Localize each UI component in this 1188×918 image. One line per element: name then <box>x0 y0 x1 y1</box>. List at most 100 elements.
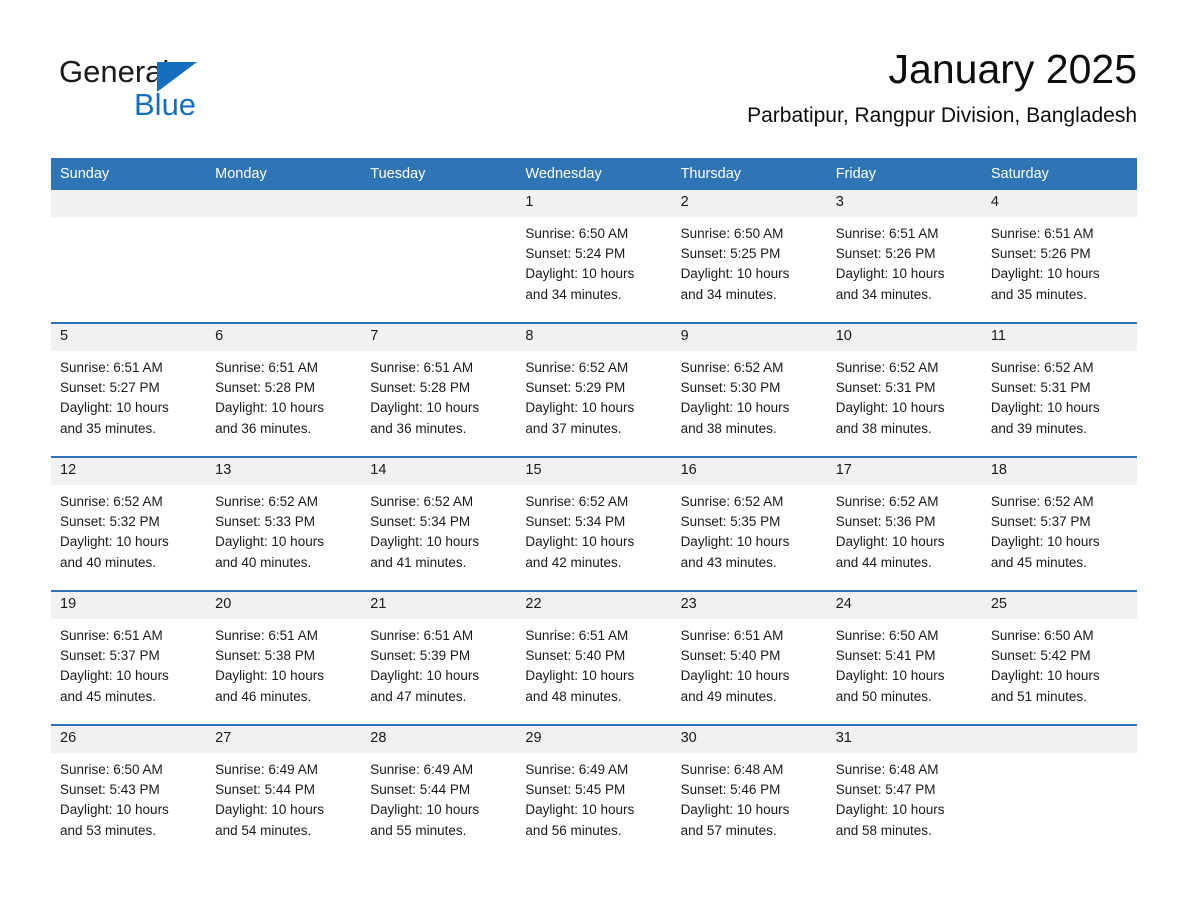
sunset-text: Sunset: 5:35 PM <box>680 514 781 530</box>
day-cell-inner: 1 Sunrise: 6:50 AM Sunset: 5:24 PM Daylight… <box>516 190 672 322</box>
calendar-day-cell[interactable]: 11 Sunrise: 6:52 AM Sunset: 5:31 PM Dayligh… <box>981 322 1137 457</box>
calendar-day-cell[interactable]: 1 Sunrise: 6:50 AM Sunset: 5:24 PM Daylight… <box>516 190 672 323</box>
calendar-day-cell-empty <box>981 724 1137 858</box>
day-details: Sunrise: 6:51 AM Sunset: 5:26 PM Daylight:… <box>982 217 1137 305</box>
daylight-text-line2: and 45 minutes. <box>60 688 157 704</box>
sunset-text: Sunset: 5:39 PM <box>370 648 471 664</box>
calendar-day-cell[interactable]: 16 Sunrise: 6:52 AM Sunset: 5:35 PM Dayligh… <box>671 456 827 591</box>
calendar-week-row: 12 Sunrise: 6:52 AM Sunset: 5:32 PM Dayligh… <box>51 456 1137 591</box>
day-number: 10 <box>826 324 982 351</box>
daylight-text-line1: Daylight: 10 hours <box>60 534 169 550</box>
day-number: 18 <box>981 458 1137 485</box>
sunrise-text: Sunrise: 6:52 AM <box>215 494 318 509</box>
day-cell-inner: 15 Sunrise: 6:52 AM Sunset: 5:34 PM Dayligh… <box>516 458 672 590</box>
day-details: Sunrise: 6:52 AM Sunset: 5:31 PM Daylight:… <box>982 351 1137 439</box>
sunset-text: Sunset: 5:44 PM <box>370 782 471 798</box>
calendar-day-cell[interactable]: 25 Sunrise: 6:50 AM Sunset: 5:42 PM Dayligh… <box>981 590 1137 725</box>
general-blue-logo[interactable]: General Blue <box>59 54 319 126</box>
calendar-day-cell[interactable]: 15 Sunrise: 6:52 AM Sunset: 5:34 PM Dayligh… <box>516 456 672 591</box>
daylight-text-line2: and 34 minutes. <box>525 286 622 302</box>
calendar-header-row: Sunday Monday Tuesday Wednesday Thursday… <box>51 158 1137 190</box>
calendar-day-cell[interactable]: 24 Sunrise: 6:50 AM Sunset: 5:41 PM Dayligh… <box>826 590 982 725</box>
calendar-day-cell[interactable]: 12 Sunrise: 6:52 AM Sunset: 5:32 PM Dayligh… <box>51 456 207 591</box>
daylight-text-line1: Daylight: 10 hours <box>60 802 169 818</box>
day-number: 29 <box>516 726 672 753</box>
day-details: Sunrise: 6:52 AM Sunset: 5:37 PM Daylight:… <box>982 485 1137 573</box>
day-details: Sunrise: 6:50 AM Sunset: 5:25 PM Daylight:… <box>672 217 827 305</box>
sunset-text: Sunset: 5:32 PM <box>60 514 160 530</box>
page-title: January 2025 <box>888 46 1137 92</box>
calendar-day-cell-empty <box>206 190 362 323</box>
day-details: Sunrise: 6:48 AM Sunset: 5:47 PM Daylight:… <box>827 753 982 841</box>
calendar-day-cell[interactable]: 2 Sunrise: 6:50 AM Sunset: 5:25 PM Daylight… <box>671 190 827 323</box>
calendar-day-cell[interactable]: 26 Sunrise: 6:50 AM Sunset: 5:43 PM Dayligh… <box>51 724 207 858</box>
sunrise-text: Sunrise: 6:52 AM <box>680 360 784 375</box>
daylight-text-line1: Daylight: 10 hours <box>60 400 169 416</box>
calendar-day-cell[interactable]: 8 Sunrise: 6:52 AM Sunset: 5:29 PM Daylight… <box>516 322 672 457</box>
daylight-text-line1: Daylight: 10 hours <box>215 668 324 684</box>
weekday-header-sunday: Sunday <box>51 158 207 190</box>
calendar-day-cell[interactable]: 28 Sunrise: 6:49 AM Sunset: 5:44 PM Dayligh… <box>361 724 517 858</box>
daylight-text-line1: Daylight: 10 hours <box>835 534 945 550</box>
day-number: 15 <box>516 458 672 485</box>
daylight-text-line2: and 36 minutes. <box>215 420 312 436</box>
weekday-header-monday: Monday <box>206 158 362 190</box>
daylight-text-line2: and 53 minutes. <box>60 822 157 838</box>
day-cell-inner: 10 Sunrise: 6:52 AM Sunset: 5:31 PM Dayligh… <box>826 324 982 456</box>
day-cell-inner: 14 Sunrise: 6:52 AM Sunset: 5:34 PM Dayligh… <box>361 458 517 590</box>
calendar-day-cell[interactable]: 21 Sunrise: 6:51 AM Sunset: 5:39 PM Dayligh… <box>361 590 517 725</box>
sunrise-text: Sunrise: 6:50 AM <box>60 762 163 777</box>
calendar-day-cell[interactable]: 18 Sunrise: 6:52 AM Sunset: 5:37 PM Dayligh… <box>981 456 1137 591</box>
day-number <box>51 190 207 217</box>
calendar-day-cell[interactable]: 3 Sunrise: 6:51 AM Sunset: 5:26 PM Daylight… <box>826 190 982 323</box>
calendar-day-cell[interactable]: 13 Sunrise: 6:52 AM Sunset: 5:33 PM Dayligh… <box>206 456 362 591</box>
day-cell-inner: 3 Sunrise: 6:51 AM Sunset: 5:26 PM Daylight… <box>826 190 982 322</box>
day-details: Sunrise: 6:51 AM Sunset: 5:28 PM Daylight:… <box>361 351 516 439</box>
sunset-text: Sunset: 5:40 PM <box>680 648 781 664</box>
calendar-day-cell[interactable]: 7 Sunrise: 6:51 AM Sunset: 5:28 PM Daylight… <box>361 322 517 457</box>
calendar-day-cell[interactable]: 22 Sunrise: 6:51 AM Sunset: 5:40 PM Dayligh… <box>516 590 672 725</box>
calendar-day-cell[interactable]: 29 Sunrise: 6:49 AM Sunset: 5:45 PM Dayligh… <box>516 724 672 858</box>
calendar-day-cell[interactable]: 5 Sunrise: 6:51 AM Sunset: 5:27 PM Daylight… <box>51 322 207 457</box>
day-cell-inner: 18 Sunrise: 6:52 AM Sunset: 5:37 PM Dayligh… <box>981 458 1137 590</box>
day-cell-inner: 20 Sunrise: 6:51 AM Sunset: 5:38 PM Dayligh… <box>206 592 362 724</box>
calendar-day-cell[interactable]: 10 Sunrise: 6:52 AM Sunset: 5:31 PM Dayligh… <box>826 322 982 457</box>
sunrise-text: Sunrise: 6:52 AM <box>525 494 629 509</box>
calendar-day-cell[interactable]: 27 Sunrise: 6:49 AM Sunset: 5:44 PM Dayligh… <box>206 724 362 858</box>
calendar-day-cell[interactable]: 9 Sunrise: 6:52 AM Sunset: 5:30 PM Daylight… <box>671 322 827 457</box>
day-details: Sunrise: 6:49 AM Sunset: 5:44 PM Daylight:… <box>361 753 516 841</box>
daylight-text-line1: Daylight: 10 hours <box>525 668 635 684</box>
calendar-day-cell[interactable]: 23 Sunrise: 6:51 AM Sunset: 5:40 PM Dayligh… <box>671 590 827 725</box>
daylight-text-line2: and 40 minutes. <box>215 554 312 570</box>
calendar-day-cell[interactable]: 4 Sunrise: 6:51 AM Sunset: 5:26 PM Daylight… <box>981 190 1137 323</box>
calendar-week-row: 1 Sunrise: 6:50 AM Sunset: 5:24 PM Daylight… <box>51 190 1137 323</box>
day-number: 2 <box>671 190 827 217</box>
calendar-day-cell[interactable]: 20 Sunrise: 6:51 AM Sunset: 5:38 PM Dayligh… <box>206 590 362 725</box>
day-cell-inner: 28 Sunrise: 6:49 AM Sunset: 5:44 PM Dayligh… <box>361 726 517 858</box>
sunset-text: Sunset: 5:37 PM <box>990 514 1091 530</box>
day-cell-inner: 2 Sunrise: 6:50 AM Sunset: 5:25 PM Daylight… <box>671 190 827 322</box>
sunrise-text: Sunrise: 6:50 AM <box>680 226 784 241</box>
daylight-text-line1: Daylight: 10 hours <box>215 534 324 550</box>
sunset-text: Sunset: 5:41 PM <box>835 648 936 664</box>
calendar-day-cell[interactable]: 30 Sunrise: 6:48 AM Sunset: 5:46 PM Dayligh… <box>671 724 827 858</box>
daylight-text-line2: and 42 minutes. <box>525 554 622 570</box>
sunset-text: Sunset: 5:31 PM <box>835 380 936 396</box>
calendar-day-cell[interactable]: 17 Sunrise: 6:52 AM Sunset: 5:36 PM Dayligh… <box>826 456 982 591</box>
calendar-day-cell[interactable]: 31 Sunrise: 6:48 AM Sunset: 5:47 PM Dayligh… <box>826 724 982 858</box>
daylight-text-line2: and 37 minutes. <box>525 420 622 436</box>
day-cell-inner: 19 Sunrise: 6:51 AM Sunset: 5:37 PM Dayligh… <box>51 592 207 724</box>
calendar-day-cell[interactable]: 6 Sunrise: 6:51 AM Sunset: 5:28 PM Daylight… <box>206 322 362 457</box>
daylight-text-line1: Daylight: 10 hours <box>680 534 790 550</box>
daylight-text-line1: Daylight: 10 hours <box>835 802 945 818</box>
logo-text-blue: Blue <box>134 87 197 122</box>
sunset-text: Sunset: 5:42 PM <box>990 648 1091 664</box>
daylight-text-line1: Daylight: 10 hours <box>680 400 790 416</box>
daylight-text-line1: Daylight: 10 hours <box>990 400 1100 416</box>
daylight-text-line2: and 45 minutes. <box>990 554 1087 570</box>
calendar-day-cell[interactable]: 14 Sunrise: 6:52 AM Sunset: 5:34 PM Dayligh… <box>361 456 517 591</box>
daylight-text-line1: Daylight: 10 hours <box>370 802 480 818</box>
weekday-header-wednesday: Wednesday <box>516 158 672 190</box>
day-details: Sunrise: 6:51 AM Sunset: 5:39 PM Daylight:… <box>361 619 516 707</box>
calendar-day-cell[interactable]: 19 Sunrise: 6:51 AM Sunset: 5:37 PM Dayligh… <box>51 590 207 725</box>
